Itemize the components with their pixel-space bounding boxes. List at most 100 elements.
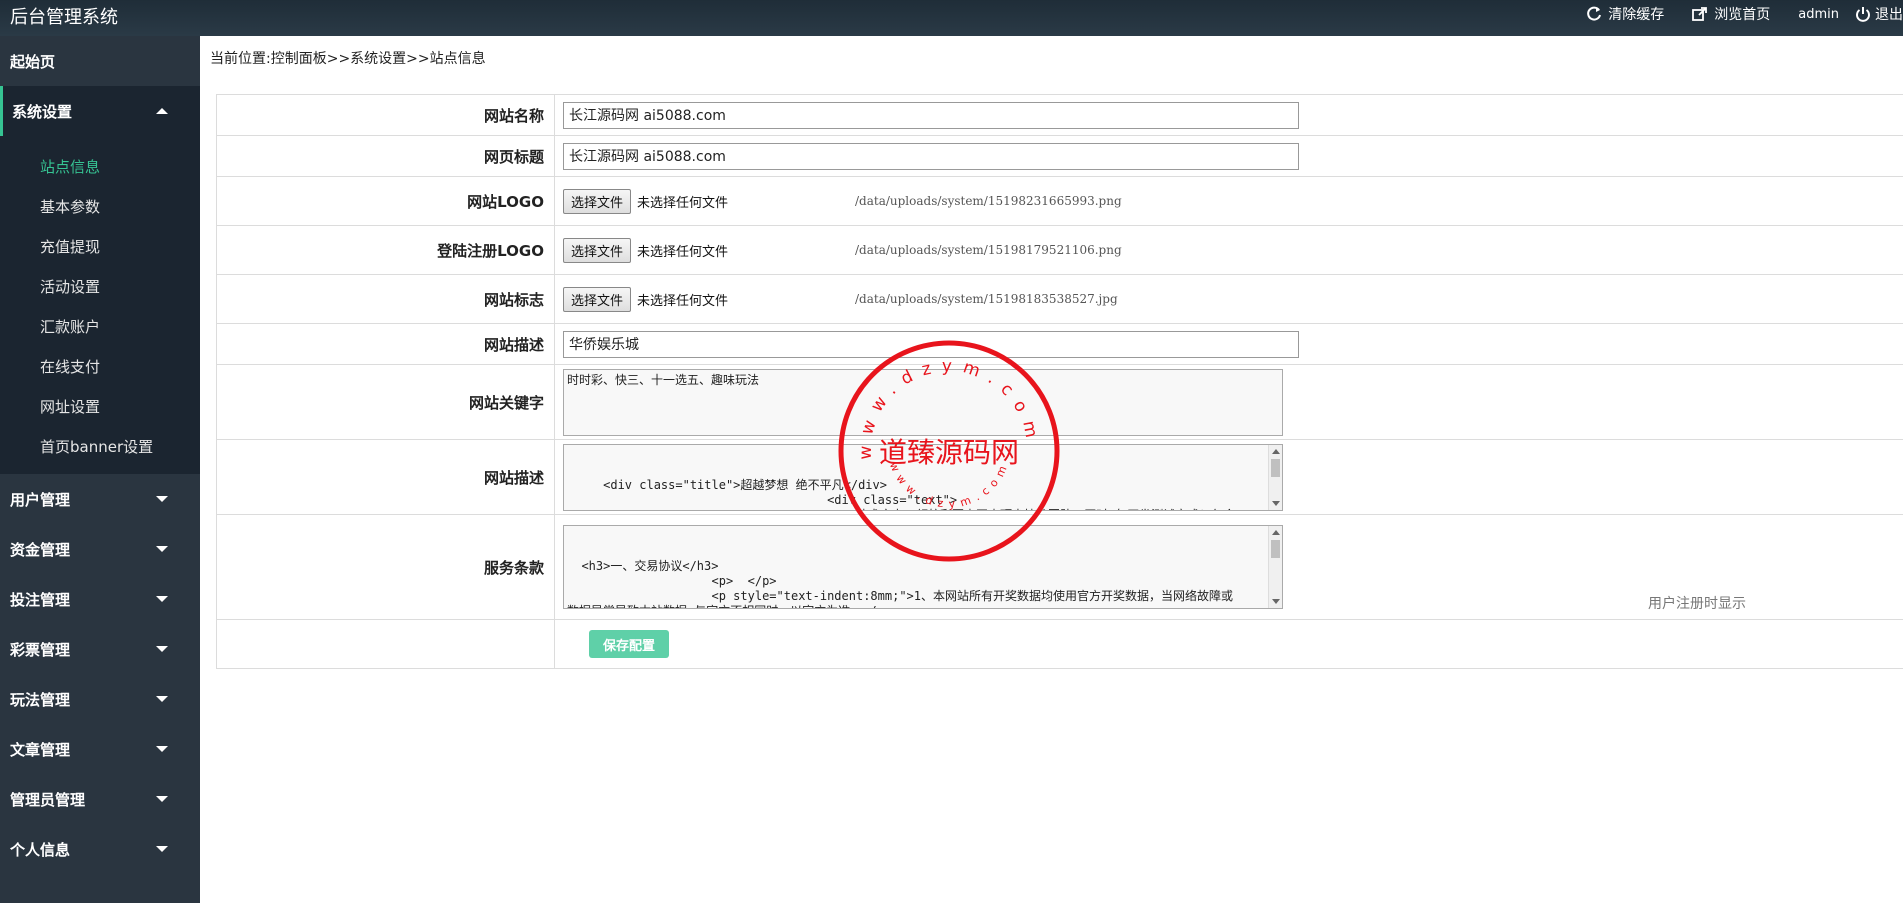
sidebar-group-article-mgmt[interactable]: 文章管理 — [0, 724, 200, 774]
site-desc-html-textarea[interactable]: <div class="title">超越梦想 绝不平凡</div> <div … — [563, 443, 1283, 511]
login-logo-label: 登陆注册LOGO — [217, 226, 555, 274]
form-row-site-desc: 网站描述 华侨娱乐城 — [216, 324, 1903, 365]
chevron-down-icon — [156, 746, 168, 752]
site-mark-label: 网站标志 — [217, 275, 555, 323]
site-logo-label: 网站LOGO — [217, 177, 555, 225]
sidebar-group-gameplay-mgmt[interactable]: 玩法管理 — [0, 674, 200, 724]
sidebar-group-admin-mgmt[interactable]: 管理员管理 — [0, 774, 200, 824]
sidebar-group-label: 投注管理 — [10, 590, 71, 609]
sidebar-item-online-payment[interactable]: 在线支付 — [0, 346, 200, 386]
sidebar-item-home[interactable]: 起始页 — [0, 36, 200, 86]
sidebar-group-label: 资金管理 — [10, 540, 71, 559]
form-row-page-title: 网页标题 长江源码网 ai5088.com — [216, 136, 1903, 177]
page-title-input[interactable]: 长江源码网 ai5088.com — [563, 142, 1299, 170]
scroll-thumb[interactable] — [1271, 540, 1280, 558]
form-row-keywords: 网站关键字 时时彩、快三、十一选五、趣味玩法 — [216, 365, 1903, 440]
logout-label: 退出 — [1875, 7, 1903, 23]
sidebar-group-label: 用户管理 — [10, 490, 71, 509]
clear-cache-label: 清除缓存 — [1608, 7, 1665, 23]
form-row-terms: 服务条款 <h3>一、交易协议</h3> <p> </p> <p style="… — [216, 515, 1903, 620]
app-title: 后台管理系统 — [10, 7, 118, 28]
sidebar-group-system-settings[interactable]: 系统设置 — [0, 86, 200, 136]
sidebar-group-label: 个人信息 — [10, 840, 71, 859]
login-logo-file-button[interactable]: 选择文件 — [563, 237, 632, 263]
sidebar-group-label: 系统设置 — [12, 102, 73, 121]
form-row-site-mark: 网站标志 选择文件 未选择任何文件 /data/uploads/system/1… — [216, 275, 1903, 324]
sidebar-group-label: 玩法管理 — [10, 690, 71, 709]
form-row-site-desc-html: 网站描述 <div class="title">超越梦想 绝不平凡</div> … — [216, 440, 1903, 515]
form-row-actions: 保存配置 — [216, 620, 1903, 669]
terms-label: 服务条款 — [217, 515, 555, 619]
chevron-down-icon — [156, 496, 168, 502]
current-user: admin — [1798, 6, 1839, 22]
terms-hint: 用户注册时显示 — [1648, 596, 1746, 612]
sidebar-item-deposit-withdraw[interactable]: 充值提现 — [0, 226, 200, 266]
site-logo-path: /data/uploads/system/15198231665993.png — [855, 194, 1122, 208]
scroll-up-icon — [1272, 448, 1280, 454]
form-row-login-logo: 登陆注册LOGO 选择文件 未选择任何文件 /data/uploads/syst… — [216, 226, 1903, 275]
chevron-down-icon — [156, 596, 168, 602]
site-info-form: 网站名称 长江源码网 ai5088.com 网页标题 长江源码网 ai5088.… — [216, 94, 1903, 669]
sidebar-item-url-settings[interactable]: 网址设置 — [0, 386, 200, 426]
textarea-scrollbar[interactable] — [1268, 526, 1282, 608]
scroll-down-icon — [1272, 500, 1280, 506]
scroll-up-icon — [1272, 530, 1280, 535]
site-mark-file-button[interactable]: 选择文件 — [563, 286, 632, 312]
keywords-textarea[interactable]: 时时彩、快三、十一选五、趣味玩法 — [563, 368, 1283, 436]
sidebar-group-label: 彩票管理 — [10, 640, 71, 659]
sidebar-item-site-info[interactable]: 站点信息 — [0, 146, 200, 186]
site-desc-html-label: 网站描述 — [217, 440, 555, 514]
site-desc-html-content: <div class="title">超越梦想 绝不平凡</div> <div … — [603, 477, 1235, 510]
form-row-site-name: 网站名称 长江源码网 ai5088.com — [216, 95, 1903, 136]
sidebar-item-banner-settings[interactable]: 首页banner设置 — [0, 426, 200, 466]
site-mark-path: /data/uploads/system/15198183538527.jpg — [855, 292, 1118, 306]
chevron-down-icon — [156, 646, 168, 652]
terms-textarea[interactable]: <h3>一、交易协议</h3> <p> </p> <p style="text-… — [563, 525, 1283, 609]
sidebar-group-user-mgmt[interactable]: 用户管理 — [0, 474, 200, 524]
clear-cache-button[interactable]: 清除缓存 — [1586, 4, 1664, 24]
sidebar: 起始页 系统设置 站点信息 基本参数 充值提现 活动设置 汇款账户 在线支付 网… — [0, 36, 200, 903]
sidebar-item-activity-settings[interactable]: 活动设置 — [0, 266, 200, 306]
sidebar-group-lottery-mgmt[interactable]: 彩票管理 — [0, 624, 200, 674]
actions-label-cell — [217, 620, 555, 668]
sidebar-group-bet-mgmt[interactable]: 投注管理 — [0, 574, 200, 624]
site-name-label: 网站名称 — [217, 95, 555, 135]
scroll-down-icon — [1272, 599, 1280, 604]
top-actions: 清除缓存 浏览首页 admin 退出 — [1586, 4, 1903, 24]
chevron-down-icon — [156, 696, 168, 702]
sidebar-item-remit-account[interactable]: 汇款账户 — [0, 306, 200, 346]
login-logo-file-status: 未选择任何文件 — [637, 244, 729, 260]
form-row-site-logo: 网站LOGO 选择文件 未选择任何文件 /data/uploads/system… — [216, 177, 1903, 226]
site-mark-file-status: 未选择任何文件 — [637, 293, 729, 309]
save-config-button[interactable]: 保存配置 — [589, 630, 670, 658]
external-link-icon — [1692, 7, 1708, 21]
sidebar-item-basic-params[interactable]: 基本参数 — [0, 186, 200, 226]
browse-home-label: 浏览首页 — [1714, 7, 1771, 23]
chevron-down-icon — [156, 846, 168, 852]
scroll-thumb[interactable] — [1271, 458, 1280, 477]
power-icon — [1856, 7, 1870, 22]
top-bar: 后台管理系统 清除缓存 浏览首页 admin 退出 — [0, 0, 1903, 36]
system-settings-submenu: 站点信息 基本参数 充值提现 活动设置 汇款账户 在线支付 网址设置 首页ban… — [0, 136, 200, 474]
terms-content: <h3>一、交易协议</h3> <p> </p> <p style="text-… — [567, 559, 1234, 608]
sidebar-group-label: 管理员管理 — [10, 790, 86, 809]
sidebar-group-personal-info[interactable]: 个人信息 — [0, 824, 200, 874]
textarea-scrollbar[interactable] — [1268, 444, 1282, 510]
logout-button[interactable]: 退出 — [1855, 4, 1903, 24]
breadcrumb: 当前位置:控制面板>>系统设置>>站点信息 — [210, 51, 486, 67]
site-logo-file-button[interactable]: 选择文件 — [563, 188, 632, 214]
refresh-icon — [1587, 6, 1602, 21]
site-desc-input[interactable]: 华侨娱乐城 — [563, 330, 1299, 358]
browse-home-button[interactable]: 浏览首页 — [1692, 4, 1770, 24]
chevron-down-icon — [156, 796, 168, 802]
site-logo-file-status: 未选择任何文件 — [637, 195, 729, 211]
keywords-label: 网站关键字 — [217, 365, 555, 439]
site-desc-label: 网站描述 — [217, 324, 555, 364]
login-logo-path: /data/uploads/system/15198179521106.png — [855, 243, 1122, 257]
sidebar-group-label: 文章管理 — [10, 740, 71, 759]
chevron-down-icon — [156, 546, 168, 552]
chevron-up-icon — [156, 108, 168, 114]
sidebar-group-funds-mgmt[interactable]: 资金管理 — [0, 524, 200, 574]
page-title-label: 网页标题 — [217, 136, 555, 176]
site-name-input[interactable]: 长江源码网 ai5088.com — [563, 101, 1299, 129]
